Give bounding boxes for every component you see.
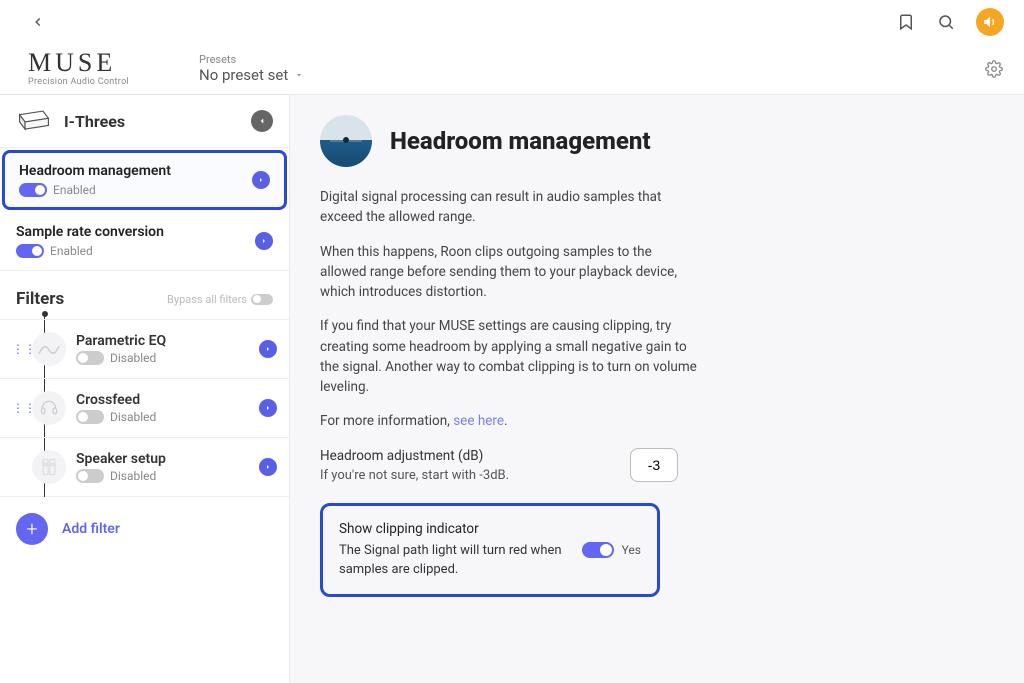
filter-item-crossfeed[interactable]: ⋮⋮ Crossfeed Disabled bbox=[0, 378, 289, 437]
see-here-link[interactable]: see here bbox=[453, 413, 504, 429]
chevron-right-icon bbox=[255, 232, 273, 250]
filter-title: Speaker setup bbox=[76, 451, 249, 467]
brand-logo: MUSE Precision Audio Control bbox=[28, 50, 129, 87]
clipping-title: Show clipping indicator bbox=[339, 520, 566, 540]
drag-handle-icon[interactable]: ⋮⋮ bbox=[12, 342, 22, 356]
bookmark-icon[interactable] bbox=[896, 12, 916, 32]
module-title: Headroom management bbox=[19, 163, 242, 179]
toggle-bypass[interactable] bbox=[251, 294, 273, 305]
preset-label: Presets bbox=[199, 53, 304, 66]
clipping-value: Yes bbox=[622, 541, 641, 559]
bypass-all-filters[interactable]: Bypass all filters bbox=[167, 293, 273, 306]
add-filter-label: Add filter bbox=[62, 521, 120, 537]
toggle-parametric-eq[interactable] bbox=[76, 351, 104, 365]
headroom-adjustment-input[interactable] bbox=[630, 448, 678, 482]
headroom-icon bbox=[320, 115, 372, 167]
detail-paragraph: Digital signal processing can result in … bbox=[320, 187, 700, 228]
filters-list: ⋮⋮ Parametric EQ Disabled ⋮⋮ bbox=[0, 319, 289, 496]
device-name: I-Threes bbox=[64, 112, 239, 131]
clipping-indicator-box: Show clipping indicator The Signal path … bbox=[320, 503, 660, 596]
preset-value: No preset set bbox=[199, 66, 288, 84]
module-title: Sample rate conversion bbox=[16, 224, 245, 240]
toggle-headroom[interactable] bbox=[19, 183, 47, 197]
brand-row: MUSE Precision Audio Control Presets No … bbox=[0, 44, 1024, 94]
search-icon[interactable] bbox=[936, 12, 956, 32]
crossfeed-icon bbox=[32, 391, 66, 425]
detail-paragraph: When this happens, Roon clips outgoing s… bbox=[320, 242, 700, 303]
detail-more-info: For more information, see here. bbox=[320, 411, 700, 431]
sidebar-item-samplerate[interactable]: Sample rate conversion Enabled bbox=[0, 212, 289, 271]
preset-selector[interactable]: Presets No preset set bbox=[199, 53, 304, 84]
chevron-right-icon bbox=[259, 458, 277, 476]
collapse-button[interactable] bbox=[251, 110, 273, 132]
brand-tagline: Precision Audio Control bbox=[28, 78, 129, 87]
filter-status: Disabled bbox=[110, 351, 156, 365]
speaker-icon bbox=[32, 450, 66, 484]
filter-title: Crossfeed bbox=[76, 392, 249, 408]
detail-body: Digital signal processing can result in … bbox=[320, 187, 700, 597]
drag-handle-icon[interactable]: ⋮⋮ bbox=[12, 401, 22, 415]
toggle-samplerate[interactable] bbox=[16, 244, 44, 258]
toggle-speaker-setup[interactable] bbox=[76, 469, 104, 483]
module-status: Enabled bbox=[50, 244, 93, 258]
device-row: I-Threes bbox=[0, 95, 289, 148]
plus-icon: + bbox=[16, 513, 48, 545]
eq-icon bbox=[32, 332, 66, 366]
detail-header: Headroom management bbox=[320, 115, 994, 167]
chevron-right-icon bbox=[259, 340, 277, 358]
detail-paragraph: If you find that your MUSE settings are … bbox=[320, 316, 700, 397]
clipping-description: The Signal path light will turn red when… bbox=[339, 542, 566, 580]
volume-button[interactable] bbox=[976, 8, 1004, 36]
toggle-crossfeed[interactable] bbox=[76, 410, 104, 424]
device-icon bbox=[16, 109, 52, 133]
filter-item-speaker-setup[interactable]: ⋮⋮ Speaker setup Disabled bbox=[0, 437, 289, 496]
adjustment-hint: If you're not sure, start with -3dB. bbox=[320, 466, 610, 486]
add-filter-button[interactable]: + Add filter bbox=[0, 496, 289, 561]
back-button[interactable] bbox=[28, 12, 48, 32]
filter-item-parametric-eq[interactable]: ⋮⋮ Parametric EQ Disabled bbox=[0, 319, 289, 378]
main-area: I-Threes Headroom management Enabled Sam… bbox=[0, 94, 1024, 683]
detail-pane: Headroom management Digital signal proce… bbox=[290, 95, 1024, 683]
filter-status: Disabled bbox=[110, 410, 156, 424]
top-toolbar bbox=[0, 0, 1024, 44]
filter-status: Disabled bbox=[110, 469, 156, 483]
chevron-down-icon bbox=[294, 70, 304, 80]
chevron-right-icon bbox=[252, 171, 270, 189]
module-status: Enabled bbox=[53, 183, 96, 197]
toggle-clipping-indicator[interactable] bbox=[582, 542, 614, 558]
adjustment-label: Headroom adjustment (dB) bbox=[320, 446, 610, 466]
settings-icon[interactable] bbox=[984, 59, 1004, 79]
filters-title: Filters bbox=[16, 289, 64, 309]
filter-title: Parametric EQ bbox=[76, 333, 249, 349]
brand-name: MUSE bbox=[28, 50, 129, 76]
detail-title: Headroom management bbox=[390, 127, 651, 155]
chevron-right-icon bbox=[259, 399, 277, 417]
sidebar-item-headroom[interactable]: Headroom management Enabled bbox=[2, 150, 287, 210]
headroom-adjustment-row: Headroom adjustment (dB) If you're not s… bbox=[320, 446, 700, 486]
sidebar: I-Threes Headroom management Enabled Sam… bbox=[0, 95, 290, 683]
